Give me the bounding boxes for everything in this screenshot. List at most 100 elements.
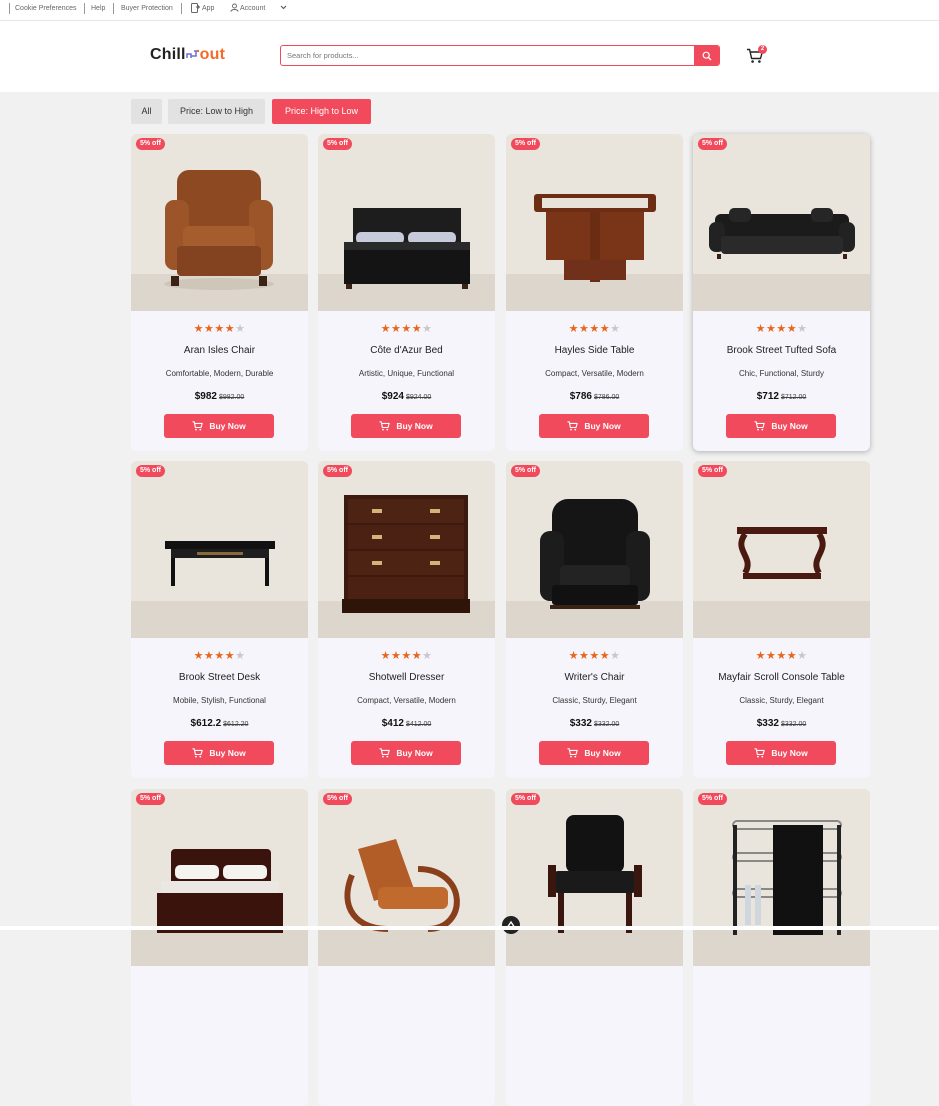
filter-all[interactable]: All [131,99,162,124]
product-name[interactable]: Mayfair Scroll Console Table [693,672,870,683]
product-image[interactable] [693,134,870,311]
product-card[interactable]: 5% off ★★★★★ Hayles Side Table Compact, Ver… [506,134,683,451]
current-price: $332 [756,718,779,729]
original-price: $332.00 [780,721,807,728]
discount-badge: 5% off [323,465,352,477]
product-name[interactable]: Brook Street Desk [131,672,308,683]
filter-price-low-to-high[interactable]: Price: Low to High [168,99,265,124]
buy-now-button[interactable]: Buy Now [351,414,461,438]
star-icon: ★ [786,650,798,662]
buy-now-button[interactable]: Buy Now [539,741,649,765]
star-icon: ★ [390,323,402,335]
cart-icon [192,748,204,758]
star-icon: ★ [422,323,433,335]
product-card[interactable]: 5% off ★★★★★ Writer's Chair Classic, Sturdy… [506,461,683,778]
product-name[interactable]: Hayles Side Table [506,345,683,356]
logo[interactable]: Chill out [150,46,225,64]
product-card[interactable]: 5% off [506,789,683,1106]
product-card[interactable]: 5% off [693,789,870,1106]
product-image[interactable] [693,461,870,638]
product-card[interactable]: 5% off [318,789,495,1106]
buy-now-button[interactable]: Buy Now [164,741,274,765]
product-image[interactable] [318,134,495,311]
product-image[interactable] [506,789,683,966]
star-icon: ★ [401,323,412,335]
product-name[interactable]: Writer's Chair [506,672,683,683]
star-icon: ★ [568,650,579,662]
product-image[interactable] [693,789,870,966]
cart-icon [379,748,391,758]
cookie-preferences-link[interactable]: Cookie Preferences [15,5,76,12]
product-card[interactable]: 5% off ★★★★★ Aran Isles Chair Comfortable, … [131,134,308,451]
product-name[interactable]: Brook Street Tufted Sofa [693,345,870,356]
cart-icon [567,421,579,431]
cart-button[interactable]: 2 [746,45,767,66]
discount-badge: 5% off [511,793,540,805]
logo-mark-icon [185,49,199,58]
product-card[interactable]: 5% off ★★★★★ Brook Street Desk Mobile, Styl… [131,461,308,778]
chevron-down-icon[interactable] [280,5,287,12]
buyer-protection-link[interactable]: Buyer Protection [121,5,173,12]
buy-now-button[interactable]: Buy Now [539,414,649,438]
product-card[interactable]: 5% off [131,789,308,1106]
cart-count-badge: 2 [758,45,767,54]
star-icon: ★ [578,323,590,335]
cart-icon [567,748,579,758]
product-name[interactable]: Côte d'Azur Bed [318,345,495,356]
discount-badge: 5% off [511,465,540,477]
star-icon: ★ [589,323,600,335]
filter-price-high-to-low[interactable]: Price: High to Low [272,99,371,124]
product-tags: Classic, Sturdy, Elegant [739,696,824,705]
buy-now-button[interactable]: Buy Now [351,741,461,765]
buy-now-label: Buy Now [396,748,433,758]
buy-now-label: Buy Now [584,421,621,431]
cart-icon [754,421,766,431]
star-icon: ★ [765,650,777,662]
product-image[interactable] [131,461,308,638]
buy-now-button[interactable]: Buy Now [164,414,274,438]
original-price: $612.20 [223,721,249,728]
current-price: $924 [381,391,404,402]
product-card[interactable]: 5% off ★★★★★ Shotwell Dresser Compact, Vers… [318,461,495,778]
account-link[interactable]: Account [240,5,265,12]
discount-badge: 5% off [698,793,727,805]
star-icon: ★ [776,323,787,335]
star-icon: ★ [755,650,766,662]
product-card[interactable]: 5% off ★★★★★ Côte d'Azur Bed Artistic, Uniq… [318,134,495,451]
current-price: $786 [569,391,592,402]
product-tags: Classic, Sturdy, Elegant [552,696,637,705]
star-icon: ★ [214,323,225,335]
original-price: $786.00 [593,394,620,401]
buy-now-label: Buy Now [396,421,433,431]
product-image[interactable] [131,789,308,966]
product-card[interactable]: 5% off ★★★★★ Mayfair Scroll Console Table C… [693,461,870,778]
app-link[interactable]: App [202,5,214,12]
product-tags: Compact, Versatile, Modern [545,369,644,378]
product-card[interactable]: 5% off ★★★★★ Brook Street Tufted Sofa Chic,… [693,134,870,451]
star-icon: ★ [599,323,611,335]
product-image[interactable] [131,134,308,311]
site-header: Chill out 2 [0,21,939,92]
product-image[interactable] [506,134,683,311]
product-image[interactable] [318,789,495,966]
star-icon: ★ [203,650,215,662]
buy-now-button[interactable]: Buy Now [726,741,836,765]
current-price: $332 [569,718,592,729]
product-image[interactable] [318,461,495,638]
product-name[interactable]: Aran Isles Chair [131,345,308,356]
app-download-icon [191,3,201,15]
product-image[interactable] [506,461,683,638]
product-name[interactable]: Shotwell Dresser [318,672,495,683]
buy-now-button[interactable]: Buy Now [726,414,836,438]
star-icon: ★ [610,323,621,335]
buy-now-label: Buy Now [209,421,246,431]
search-input[interactable] [287,46,687,65]
floating-action-button[interactable] [502,916,520,934]
rating-stars: ★★★★★ [506,322,683,335]
help-link[interactable]: Help [91,5,105,12]
rating-stars: ★★★★★ [318,322,495,335]
logo-mark-icon [506,920,516,929]
search-button[interactable] [694,46,719,65]
discount-badge: 5% off [323,138,352,150]
product-price: $332 $332.00 [506,718,683,729]
